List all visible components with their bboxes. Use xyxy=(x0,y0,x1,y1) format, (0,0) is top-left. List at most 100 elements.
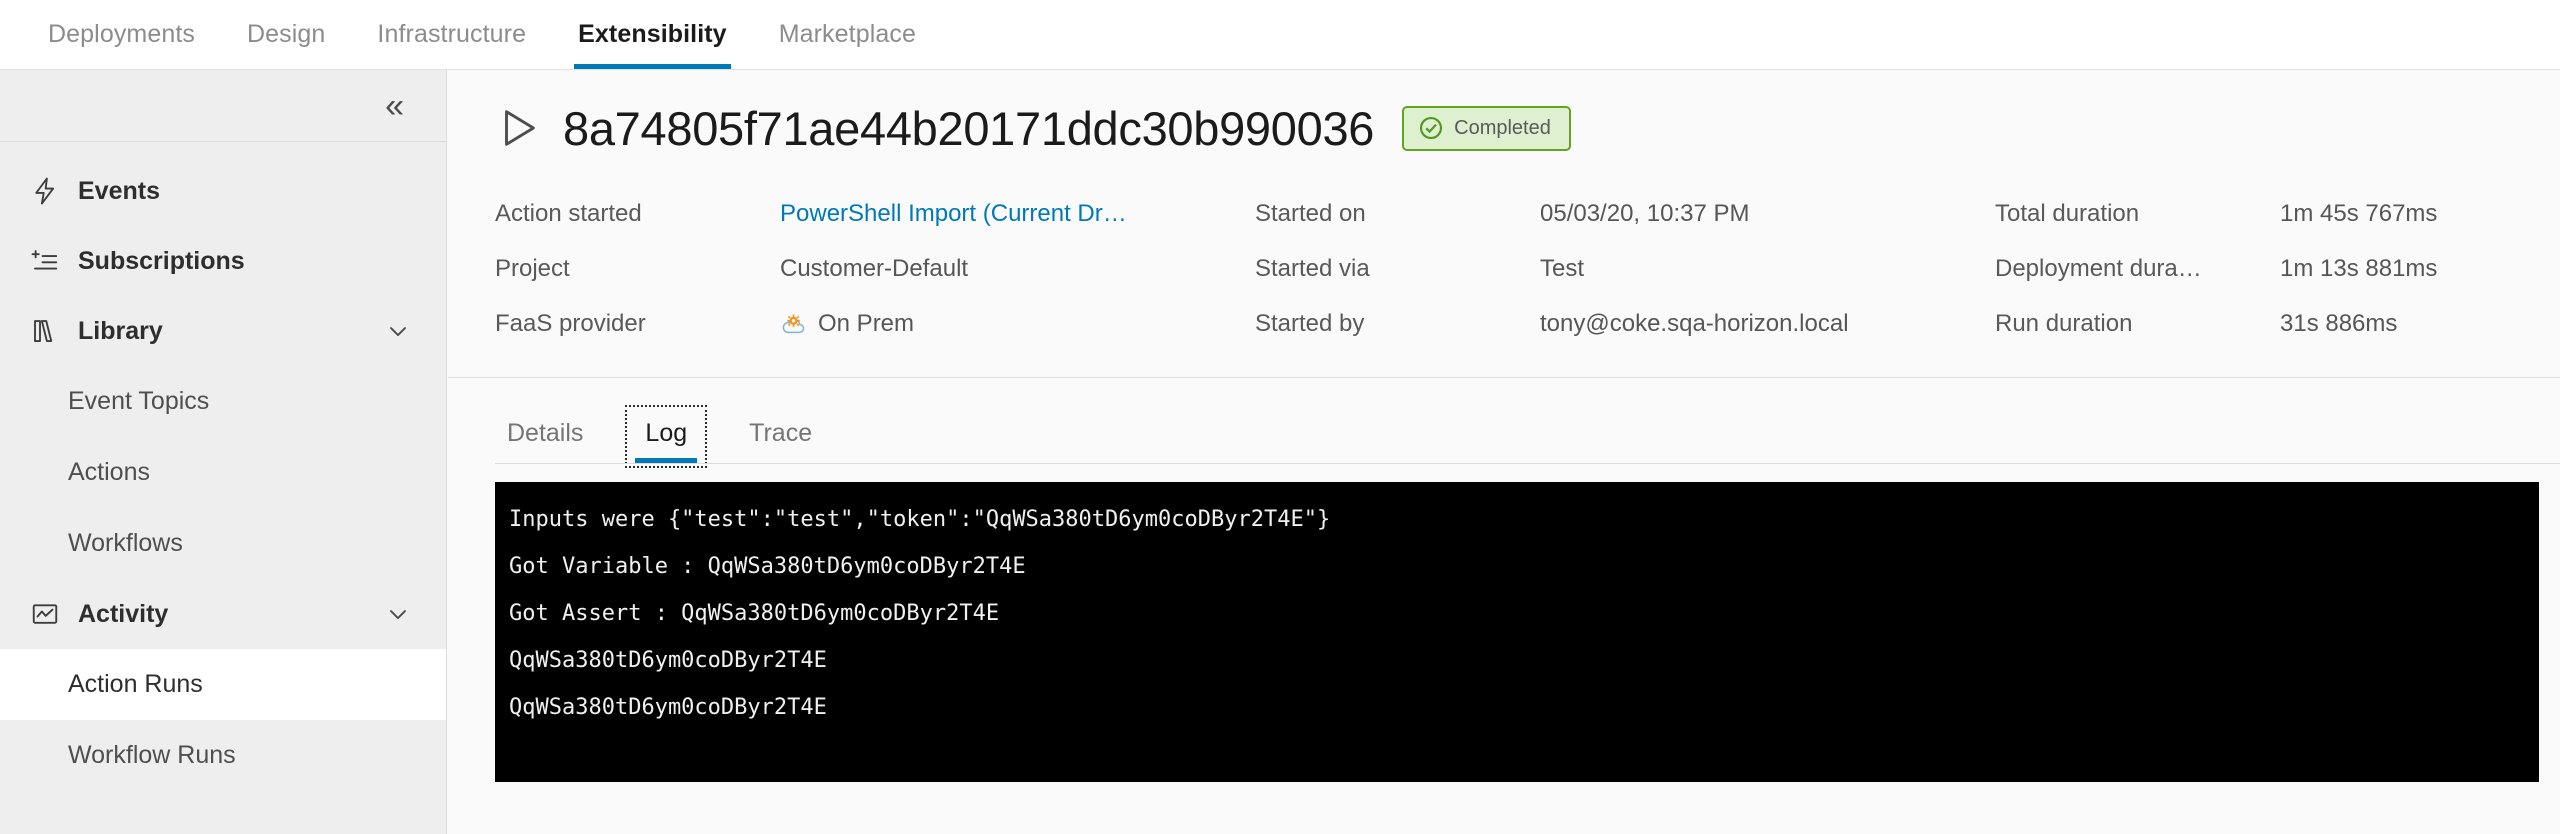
metadata-value-text: Customer-Default xyxy=(780,254,969,282)
metadata-label: Started on xyxy=(1255,199,1366,227)
check-circle-icon xyxy=(1420,116,1443,140)
metadata-label: FaaS provider xyxy=(495,309,646,337)
main-content: 8a74805f71ae44b20171ddc30b990036 Complet… xyxy=(448,70,2560,834)
topnav-item-label: Marketplace xyxy=(778,20,916,48)
topnav-item-label: Infrastructure xyxy=(377,20,527,48)
metadata-row: Started via Test xyxy=(1255,241,1995,296)
log-line: Got Assert : QqWSa380tD6ym0coDByr2T4E xyxy=(509,601,1000,626)
metadata-value: 1m 13s 881ms xyxy=(2280,255,2437,283)
sidebar-item-workflow-runs[interactable]: Workflow Runs xyxy=(0,720,446,791)
tab-trace[interactable]: Trace xyxy=(737,419,824,464)
topnav-item-infrastructure[interactable]: Infrastructure xyxy=(351,0,552,69)
sidebar: « Events Subscriptions Library Event Topics… xyxy=(0,70,447,834)
tab-label: Details xyxy=(507,419,584,447)
metadata-value-text: PowerShell Import (Current Dr… xyxy=(780,199,1127,227)
metadata-row: Run duration 31s 886ms xyxy=(1995,296,2555,351)
sidebar-item-workflows[interactable]: Workflows xyxy=(0,508,446,579)
book-icon xyxy=(28,314,62,348)
log-line: Got Variable : QqWSa380tD6ym0coDByr2T4E xyxy=(509,554,1026,579)
sidebar-item-subscriptions[interactable]: Subscriptions xyxy=(0,226,446,296)
sidebar-item-events[interactable]: Events xyxy=(0,156,446,226)
metadata-value: 05/03/20, 10:37 PM xyxy=(1540,200,1749,228)
activity-chart-icon xyxy=(28,597,62,631)
sidebar-item-library[interactable]: Library xyxy=(0,296,446,366)
topnav-item-design[interactable]: Design xyxy=(221,0,351,69)
metadata-value-text: On Prem xyxy=(818,309,915,337)
metadata-row: Started by tony@coke.sqa-horizon.local xyxy=(1255,296,1995,351)
sidebar-item-activity[interactable]: Activity xyxy=(0,579,446,649)
sidebar-item-label: Activity xyxy=(78,599,169,628)
sidebar-item-label: Actions xyxy=(68,458,150,486)
metadata-label: Action started xyxy=(495,199,642,227)
metadata-row: Started on 05/03/20, 10:37 PM xyxy=(1255,186,1995,241)
chevron-down-icon[interactable] xyxy=(384,600,412,628)
metadata-value-text: 1m 13s 881ms xyxy=(2280,254,2438,282)
topnav-item-extensibility[interactable]: Extensibility xyxy=(552,0,753,69)
metadata-column-2: Started on 05/03/20, 10:37 PM Started via T… xyxy=(1255,186,1995,351)
sidebar-item-label: Library xyxy=(78,316,163,345)
tab-label: Trace xyxy=(749,419,813,447)
metadata-label: Run duration xyxy=(1995,309,2133,337)
status-badge-label: Completed xyxy=(1454,116,1551,139)
topnav-item-label: Design xyxy=(247,20,326,48)
metadata-column-3: Total duration 1m 45s 767ms Deployment dur… xyxy=(1995,186,2555,351)
metadata-value: 1m 45s 767ms xyxy=(2280,200,2437,228)
metadata-value-text: 05/03/20, 10:37 PM xyxy=(1540,199,1750,227)
sidebar-item-actions[interactable]: Actions xyxy=(0,437,446,508)
metadata-label: Project xyxy=(495,254,570,282)
metadata-label: Deployment dura… xyxy=(1995,254,2202,282)
subscription-list-icon xyxy=(28,244,62,278)
play-triangle-icon xyxy=(495,105,541,151)
metadata-row: Deployment dura… 1m 13s 881ms xyxy=(1995,241,2555,296)
sidebar-item-label: Events xyxy=(78,176,160,205)
sidebar-item-label: Event Topics xyxy=(68,387,210,415)
sidebar-collapse-button[interactable]: « xyxy=(0,70,446,142)
log-console[interactable]: Inputs were {"test":"test","token":"QqWS… xyxy=(495,482,2539,782)
metadata-label: Started via xyxy=(1255,254,1370,282)
tab-label: Log xyxy=(645,419,688,447)
metadata-value[interactable]: PowerShell Import (Current Dr… xyxy=(780,200,1127,228)
status-badge: Completed xyxy=(1402,105,1571,151)
metadata-value: Test xyxy=(1540,255,1584,283)
on-prem-cloud-icon xyxy=(780,310,808,338)
metadata-value-text: 31s 886ms xyxy=(2280,309,2398,337)
sidebar-item-label: Subscriptions xyxy=(78,246,245,275)
tabs-bottom-rule xyxy=(495,463,2560,464)
on-prem-cloud-icon xyxy=(782,314,805,333)
run-detail-header: 8a74805f71ae44b20171ddc30b990036 Complet… xyxy=(448,70,2560,378)
topnav-item-deployments[interactable]: Deployments xyxy=(22,0,221,69)
tab-details[interactable]: Details xyxy=(495,419,595,464)
sidebar-item-event-topics[interactable]: Event Topics xyxy=(0,366,446,437)
metadata-label: Started by xyxy=(1255,309,1365,337)
sidebar-nav-list: Events Subscriptions Library Event Topics Ac… xyxy=(0,142,446,791)
run-id-title: 8a74805f71ae44b20171ddc30b990036 xyxy=(563,101,1375,155)
detail-tabs: Details Log Trace xyxy=(448,378,2560,468)
sidebar-item-label: Workflow Runs xyxy=(68,741,236,769)
lightning-bolt-icon xyxy=(28,174,62,208)
chevron-down-icon[interactable] xyxy=(384,317,412,345)
sidebar-item-label: Workflows xyxy=(68,529,183,557)
topnav-item-label: Extensibility xyxy=(578,20,727,48)
metadata-value: 31s 886ms xyxy=(2280,310,2397,338)
double-chevron-left-icon: « xyxy=(385,86,404,125)
log-line: QqWSa380tD6ym0coDByr2T4E xyxy=(509,648,827,673)
sidebar-item-label: Action Runs xyxy=(68,670,203,698)
top-navigation-bar: Deployments Design Infrastructure Extensibi… xyxy=(0,0,2560,70)
topnav-item-marketplace[interactable]: Marketplace xyxy=(753,0,942,69)
metadata-column-1: Action started PowerShell Import (Current… xyxy=(495,186,1255,351)
metadata-value: On Prem xyxy=(780,310,914,338)
log-line: QqWSa380tD6ym0coDByr2T4E xyxy=(509,695,827,720)
metadata-value: Customer-Default xyxy=(780,255,968,283)
metadata-value-text: Test xyxy=(1540,254,1585,282)
metadata-row: Total duration 1m 45s 767ms xyxy=(1995,186,2555,241)
metadata-row: Action started PowerShell Import (Current… xyxy=(495,186,1255,241)
sidebar-item-action-runs[interactable]: Action Runs xyxy=(0,649,446,720)
metadata-value-text: 1m 45s 767ms xyxy=(2280,199,2438,227)
metadata-value: tony@coke.sqa-horizon.local xyxy=(1540,310,1849,338)
metadata-row: FaaS provider On Prem xyxy=(495,296,1255,351)
topnav-item-label: Deployments xyxy=(48,20,195,48)
tab-log[interactable]: Log xyxy=(625,405,708,468)
metadata-row: Project Customer-Default xyxy=(495,241,1255,296)
metadata-value-text: tony@coke.sqa-horizon.local xyxy=(1540,309,1849,337)
log-line: Inputs were {"test":"test","token":"QqWS… xyxy=(509,507,1331,532)
